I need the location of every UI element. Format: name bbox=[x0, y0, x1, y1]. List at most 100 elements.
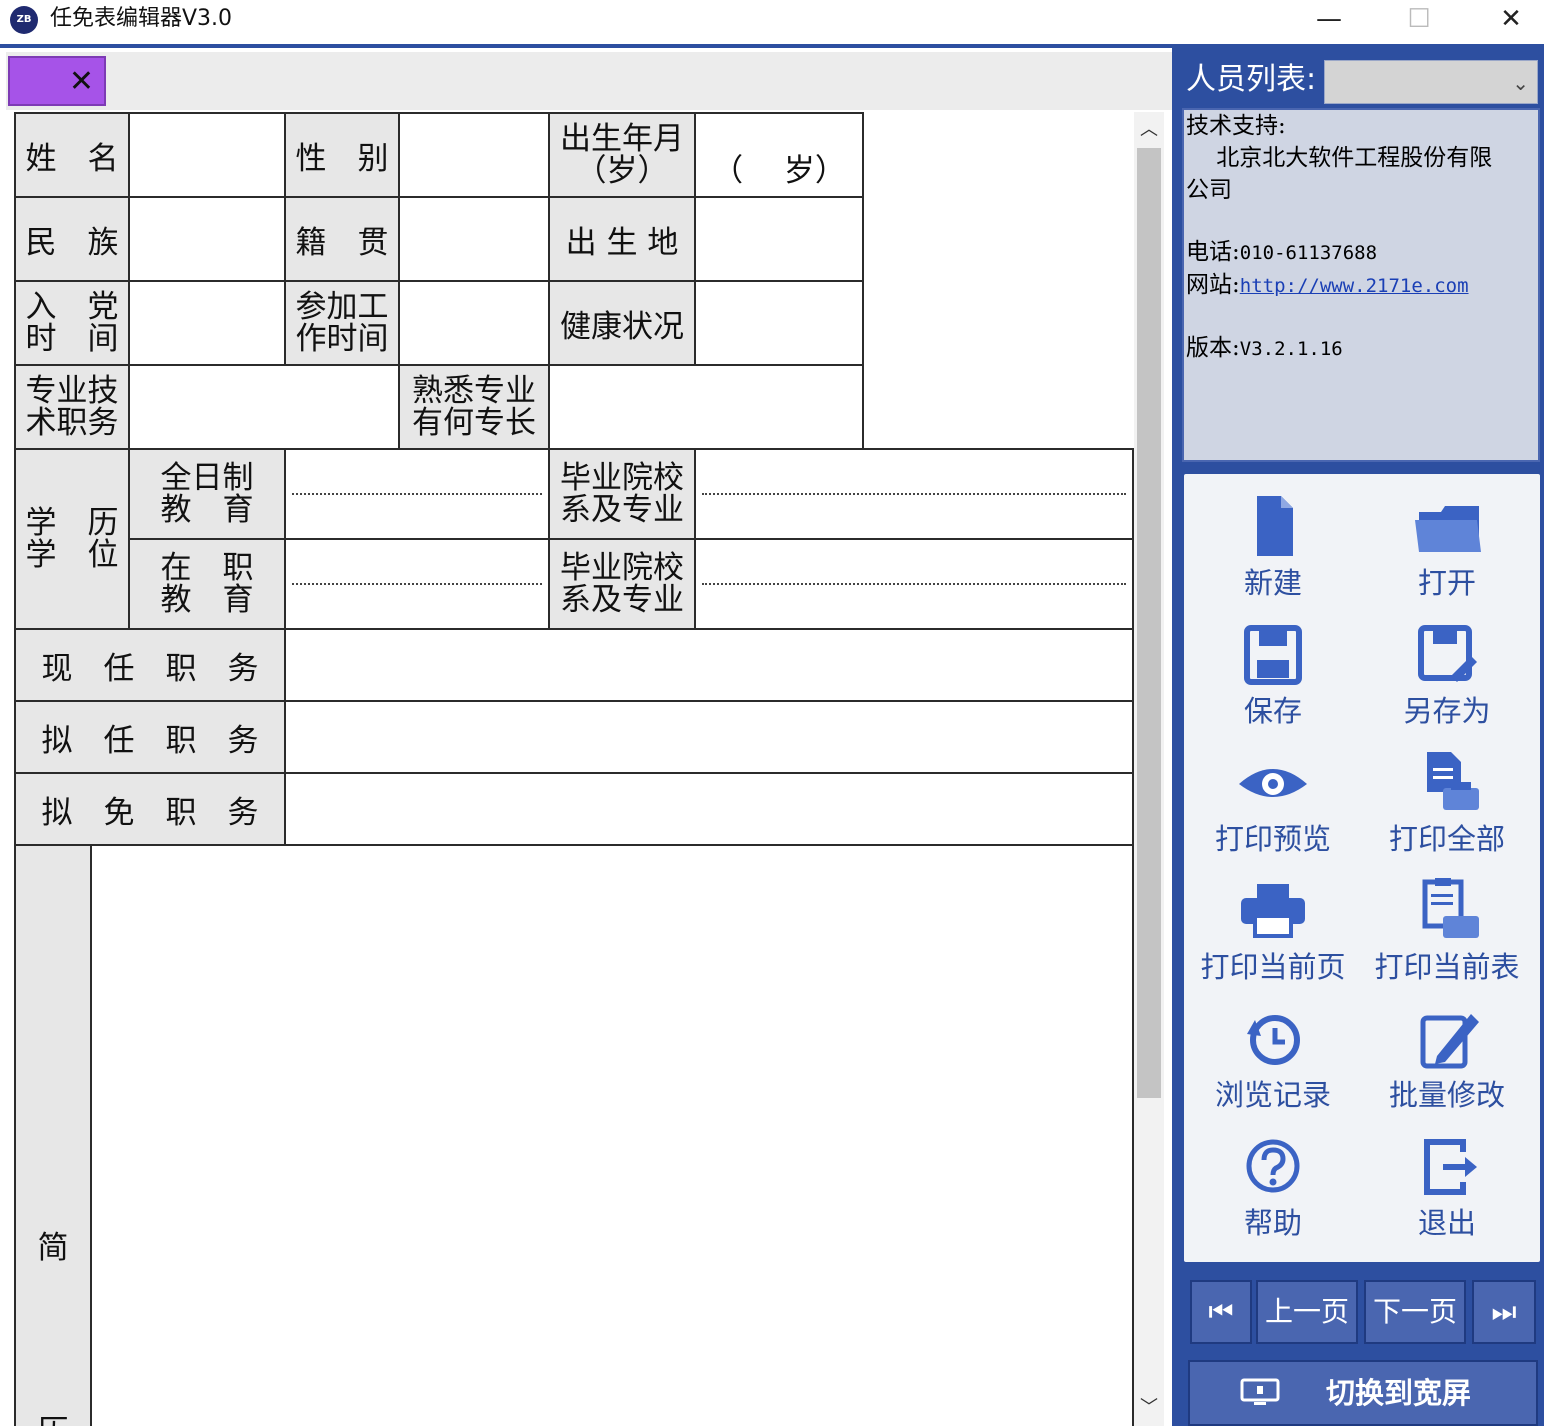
gender-field[interactable] bbox=[398, 112, 550, 198]
photo-area[interactable] bbox=[862, 113, 1133, 449]
health-field[interactable] bbox=[694, 280, 864, 366]
print-page-button[interactable]: 打印当前页 bbox=[1188, 868, 1358, 994]
batch-edit-label: 批量修改 bbox=[1388, 1078, 1505, 1112]
monitor-icon bbox=[1240, 1378, 1280, 1405]
print-table-icon bbox=[1422, 878, 1479, 938]
prev-page-button[interactable]: 上一页 bbox=[1256, 1280, 1358, 1344]
scroll-down-icon[interactable]: ﹀ bbox=[1134, 1390, 1164, 1426]
proposed-post-label: 拟 任 职 务 bbox=[14, 700, 286, 774]
tab-close-icon[interactable]: ✕ bbox=[69, 64, 94, 100]
appointment-form: 姓 名 性 别 出生年月 （岁） （ 岁） 民 族 籍 贯 出 生 地 入 党 … bbox=[14, 112, 1134, 1426]
save-button[interactable]: 保存 bbox=[1188, 612, 1358, 738]
company-name-line1: 北京北大软件工程股份有限 bbox=[1186, 145, 1493, 171]
chevron-down-icon[interactable]: ⌄ bbox=[1512, 67, 1529, 99]
version-line: 版本:V3.2.1.16 bbox=[1186, 332, 1538, 365]
inservice-degree-field[interactable] bbox=[284, 538, 550, 630]
tab-strip: ✕ bbox=[6, 52, 1172, 110]
minimize-button[interactable]: — bbox=[1284, 0, 1374, 38]
new-button[interactable]: 新建 bbox=[1188, 484, 1358, 610]
scroll-thumb[interactable] bbox=[1137, 148, 1161, 1098]
exit-label: 退出 bbox=[1417, 1206, 1476, 1240]
save-icon bbox=[1244, 625, 1302, 685]
company-name-line2: 公司 bbox=[1186, 177, 1232, 203]
party-join-field[interactable] bbox=[128, 280, 286, 366]
help-label: 帮助 bbox=[1243, 1206, 1302, 1240]
ethnicity-field[interactable] bbox=[128, 196, 286, 282]
title-bar: ZB 任免表编辑器V3.0 — ☐ ✕ bbox=[0, 0, 1544, 44]
batch-edit-button[interactable]: 批量修改 bbox=[1362, 996, 1532, 1122]
open-button[interactable]: 打开 bbox=[1362, 484, 1532, 610]
proposed-post-field[interactable] bbox=[284, 700, 1134, 774]
birthplace-field[interactable] bbox=[694, 196, 864, 282]
print-all-button[interactable]: 打印全部 bbox=[1362, 740, 1532, 866]
fulltime-school-field[interactable] bbox=[694, 448, 1134, 540]
eye-icon bbox=[1239, 769, 1307, 797]
page-navigation: ⏮ 上一页 下一页 ⏭ bbox=[1186, 1280, 1542, 1346]
name-label: 姓 名 bbox=[14, 112, 130, 198]
tech-title-label-line2: 术职务 bbox=[25, 405, 119, 441]
info-spacer-2 bbox=[1186, 302, 1538, 332]
switch-widescreen-button[interactable]: 切换到宽屏 bbox=[1188, 1360, 1538, 1426]
open-folder-icon bbox=[1415, 506, 1481, 552]
fulltime-edu-label: 全日制 教 育 bbox=[128, 448, 286, 540]
close-window-button[interactable]: ✕ bbox=[1466, 0, 1544, 38]
party-join-label-line1: 入 党 bbox=[25, 289, 119, 325]
current-post-field[interactable] bbox=[284, 628, 1134, 702]
inservice-edu-label-line2: 教 育 bbox=[160, 582, 254, 618]
work-start-label-line1: 参加工 bbox=[295, 289, 389, 325]
people-list-label: 人员列表: bbox=[1186, 62, 1317, 97]
fulltime-edu-label-line1: 全日制 bbox=[160, 460, 254, 496]
work-start-label: 参加工 作时间 bbox=[284, 280, 400, 366]
exit-button[interactable]: 退出 bbox=[1362, 1124, 1532, 1250]
phone-value: 010-61137688 bbox=[1239, 242, 1378, 264]
next-page-button[interactable]: 下一页 bbox=[1364, 1280, 1466, 1344]
save-as-button[interactable]: 另存为 bbox=[1362, 612, 1532, 738]
print-page-label: 打印当前页 bbox=[1200, 950, 1346, 984]
fulltime-school-label: 毕业院校 系及专业 bbox=[548, 448, 696, 540]
current-post-label: 现 任 职 务 bbox=[14, 628, 286, 702]
phone-line: 电话:010-61137688 bbox=[1186, 236, 1538, 269]
history-button[interactable]: 浏览记录 bbox=[1188, 996, 1358, 1122]
last-page-icon[interactable]: ⏭ bbox=[1472, 1280, 1536, 1344]
fulltime-degree-field[interactable] bbox=[284, 448, 550, 540]
vertical-scrollbar[interactable]: ︿ ﹀ bbox=[1134, 112, 1164, 1426]
first-page-icon[interactable]: ⏮ bbox=[1190, 1280, 1252, 1344]
birthplace-label: 出 生 地 bbox=[548, 196, 696, 282]
birth-label: 出生年月 （岁） bbox=[548, 112, 696, 198]
expertise-label-line2: 有何专长 bbox=[412, 405, 536, 441]
inservice-school-field[interactable] bbox=[694, 538, 1134, 630]
print-table-button[interactable]: 打印当前表 bbox=[1362, 868, 1532, 994]
name-field[interactable] bbox=[128, 112, 286, 198]
expertise-field[interactable] bbox=[548, 364, 864, 450]
save-as-label: 另存为 bbox=[1403, 694, 1491, 728]
resume-label-char1: 简 bbox=[37, 1230, 69, 1266]
edit-icon bbox=[1420, 1014, 1479, 1069]
work-start-field[interactable] bbox=[398, 280, 550, 366]
print-preview-button[interactable]: 打印预览 bbox=[1188, 740, 1358, 866]
resume-label: 简 历 bbox=[14, 844, 92, 1426]
document-tab[interactable]: ✕ bbox=[8, 56, 106, 106]
tech-title-field[interactable] bbox=[128, 364, 400, 450]
proposed-removal-field[interactable] bbox=[284, 772, 1134, 846]
website-link[interactable]: http://www.2171e.com bbox=[1240, 275, 1469, 297]
scroll-up-icon[interactable]: ︿ bbox=[1134, 112, 1164, 148]
command-panel: 新建 打开 保存 另存为 打印预览 打印全部 打印当前页 打印当前表 浏览记录 … bbox=[1184, 474, 1540, 1262]
fulltime-school-divider bbox=[702, 493, 1126, 495]
birth-age-field[interactable]: （ 岁） bbox=[694, 112, 864, 198]
resume-field[interactable] bbox=[90, 844, 1134, 1426]
help-button[interactable]: 帮助 bbox=[1188, 1124, 1358, 1250]
website-label: 网站: bbox=[1186, 272, 1240, 298]
inservice-edu-label-line1: 在 职 bbox=[160, 550, 254, 586]
printer-icon bbox=[1241, 884, 1305, 938]
fulltime-school-label-line1: 毕业院校 bbox=[560, 460, 684, 496]
native-place-field[interactable] bbox=[398, 196, 550, 282]
phone-label: 电话: bbox=[1186, 239, 1240, 265]
expertise-label-line1: 熟悉专业 bbox=[412, 373, 536, 409]
health-label: 健康状况 bbox=[548, 280, 696, 366]
tech-title-label: 专业技 术职务 bbox=[14, 364, 130, 450]
open-label: 打开 bbox=[1417, 566, 1476, 600]
people-list-select[interactable]: ⌄ bbox=[1324, 60, 1538, 104]
save-as-icon bbox=[1418, 625, 1477, 682]
ethnicity-label: 民 族 bbox=[14, 196, 130, 282]
maximize-button[interactable]: ☐ bbox=[1374, 0, 1464, 38]
